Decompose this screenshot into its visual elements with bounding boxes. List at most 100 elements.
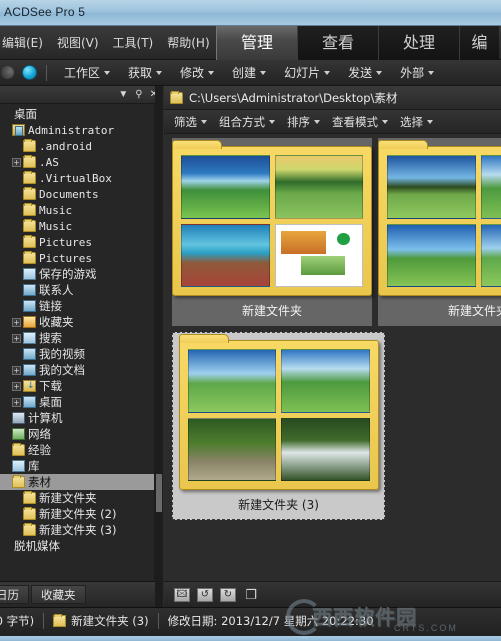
- thumbnail-grid[interactable]: 新建文件夹 新建文件夹新建文件夹 (3): [164, 134, 501, 581]
- tree-item-12[interactable]: 链接: [0, 298, 154, 314]
- folder-thumbnail-cell[interactable]: 新建文件夹: [378, 138, 501, 326]
- expand-icon[interactable]: +: [12, 397, 21, 407]
- expand-icon[interactable]: +: [12, 365, 21, 375]
- expand-icon[interactable]: +: [12, 157, 21, 167]
- toolbar-button-label: 创建: [232, 66, 257, 80]
- menu-item-2[interactable]: 工具(T): [113, 34, 154, 51]
- tree-item-17[interactable]: + 下载: [0, 378, 154, 394]
- panel-tab-1[interactable]: 收藏夹: [31, 585, 86, 604]
- toolbar-button-2[interactable]: 修改: [171, 62, 223, 84]
- menu-item-0[interactable]: 编辑(E): [2, 34, 43, 51]
- tree-item-7[interactable]: Music: [0, 218, 154, 234]
- tree-item-25[interactable]: 新建文件夹 (2): [0, 506, 154, 522]
- tree-item-26[interactable]: 新建文件夹 (3): [0, 522, 154, 538]
- blue-icon: [23, 284, 36, 296]
- folder-tree[interactable]: 桌面 Administrator .android + .AS .VirtualBox Do…: [0, 104, 154, 581]
- expand-icon[interactable]: +: [12, 381, 21, 391]
- filter-bar: 筛选 组合方式 排序 查看模式 选择: [164, 110, 501, 134]
- filter-button-label: 筛选: [174, 114, 197, 129]
- toolbar-button-label: 工作区: [64, 66, 101, 80]
- star-icon: [23, 316, 36, 328]
- filter-button-2[interactable]: 排序: [281, 112, 326, 132]
- tree-item-0[interactable]: 桌面: [0, 106, 154, 122]
- toolbar-button-label: 幻灯片: [284, 66, 321, 80]
- acdsee-orb-icon[interactable]: [22, 65, 37, 80]
- toolbar-button-4[interactable]: 幻灯片: [275, 62, 339, 84]
- tree-item-11[interactable]: 联系人: [0, 282, 154, 298]
- tree-item-2[interactable]: .android: [0, 138, 154, 154]
- tree-item-15[interactable]: 我的视频: [0, 346, 154, 362]
- filter-button-0[interactable]: 筛选: [168, 112, 213, 132]
- tree-item-label: 新建文件夹: [39, 491, 97, 505]
- folder-thumbnail-cell[interactable]: 新建文件夹: [172, 138, 372, 326]
- tree-item-21[interactable]: 经验: [0, 442, 154, 458]
- pin-icon[interactable]: ⚲: [135, 89, 142, 100]
- status-count: 象 (0 字节): [0, 614, 35, 628]
- tree-item-3[interactable]: + .AS: [0, 154, 154, 170]
- tree-item-14[interactable]: + 搜索: [0, 330, 154, 346]
- photo-thumbnail: [181, 155, 270, 219]
- photo-thumbnail: [187, 417, 276, 481]
- tree-item-label: 下载: [39, 379, 62, 393]
- tree-item-label: 保存的游戏: [39, 267, 97, 281]
- tree-item-16[interactable]: + 我的文档: [0, 362, 154, 378]
- status-modified-date: 修改日期: 2013/12/7 星期六 20:22:30: [167, 614, 374, 628]
- folder-thumbnail-cell[interactable]: 新建文件夹 (3): [172, 332, 385, 520]
- address-bar[interactable]: C:\Users\Administrator\Desktop\素材: [164, 86, 501, 110]
- blue-icon: [23, 300, 36, 312]
- rotate-left-icon[interactable]: ↺: [197, 587, 213, 602]
- tree-item-8[interactable]: Pictures: [0, 234, 154, 250]
- tree-item-13[interactable]: + 收藏夹: [0, 314, 154, 330]
- image-icon[interactable]: 🖾: [174, 587, 190, 602]
- toolbar-button-label: 发送: [348, 66, 373, 80]
- tree-item-label: 网络: [28, 427, 51, 441]
- title-bar: ACDSee Pro 5: [0, 0, 501, 26]
- mode-tab-1[interactable]: 查看: [297, 26, 378, 60]
- status-selected-folder: 新建文件夹 (3): [71, 614, 149, 628]
- toolbar-button-6[interactable]: 外部: [391, 62, 443, 84]
- filter-button-4[interactable]: 选择: [394, 112, 439, 132]
- mode-tab-2[interactable]: 处理: [378, 26, 459, 60]
- tree-item-22[interactable]: 库: [0, 458, 154, 474]
- duplicate-icon[interactable]: ❐: [243, 588, 259, 602]
- chevron-down-icon[interactable]: ▼: [118, 89, 128, 100]
- folder-icon-large: [378, 140, 501, 296]
- toolbar-button-5[interactable]: 发送: [339, 62, 391, 84]
- rotate-right-icon[interactable]: ↻: [220, 587, 236, 602]
- tree-item-9[interactable]: Pictures: [0, 250, 154, 266]
- filter-button-1[interactable]: 组合方式: [213, 112, 281, 132]
- expand-icon[interactable]: +: [12, 317, 21, 327]
- toolbar-button-1[interactable]: 获取: [119, 62, 171, 84]
- tree-item-23[interactable]: 素材: [0, 474, 154, 490]
- tree-item-10[interactable]: 保存的游戏: [0, 266, 154, 282]
- expand-icon[interactable]: +: [12, 333, 21, 343]
- tree-item-1[interactable]: Administrator: [0, 122, 154, 138]
- tree-item-19[interactable]: 计算机: [0, 410, 154, 426]
- tree-item-27[interactable]: 脱机媒体: [0, 538, 154, 554]
- mode-tab-3[interactable]: 编: [459, 26, 499, 60]
- toolbar-divider: [46, 64, 47, 81]
- toolbar-button-3[interactable]: 创建: [223, 62, 275, 84]
- folder-icon: [23, 251, 36, 264]
- filter-button-3[interactable]: 查看模式: [326, 112, 394, 132]
- thumbnail-row: 新建文件夹 新建文件夹: [172, 138, 501, 326]
- tree-item-18[interactable]: + 桌面: [0, 394, 154, 410]
- tree-item-24[interactable]: 新建文件夹: [0, 490, 154, 506]
- folder-icon-large: [178, 334, 379, 490]
- content-scrollbar[interactable]: [155, 86, 163, 607]
- panel-tab-0[interactable]: 日历: [0, 585, 29, 604]
- menu-item-3[interactable]: 帮助(H): [167, 34, 209, 51]
- tree-item-20[interactable]: 网络: [0, 426, 154, 442]
- tree-item-6[interactable]: Music: [0, 202, 154, 218]
- toolbar-button-0[interactable]: 工作区: [55, 62, 119, 84]
- tree-item-5[interactable]: Documents: [0, 186, 154, 202]
- mode-tab-0[interactable]: 管理: [216, 26, 297, 60]
- content-scrollbar-thumb[interactable]: [156, 474, 162, 512]
- menu-item-1[interactable]: 视图(V): [57, 34, 99, 51]
- tree-item-label: 经验: [28, 443, 51, 457]
- tree-item-4[interactable]: .VirtualBox: [0, 170, 154, 186]
